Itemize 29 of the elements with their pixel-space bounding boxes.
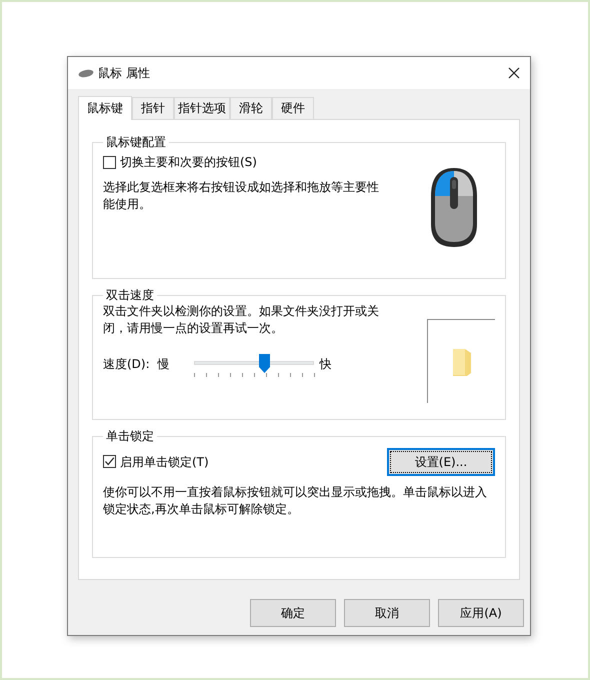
speed-label: 速度(D):	[103, 356, 150, 373]
dialog-button[interactable]: 应用(A)	[438, 599, 524, 627]
window-title: 鼠标 属性	[98, 64, 150, 82]
folder-test-area[interactable]	[427, 319, 495, 403]
checkbox-label: 切换主要和次要的按钮(S)	[120, 154, 257, 171]
tab[interactable]: 硬件	[272, 97, 314, 119]
dialog-button[interactable]: 确定	[250, 599, 336, 627]
description-text: 选择此复选框来将右按钮设成如选择和拖放等主要性能使用。	[103, 178, 380, 212]
checkbox-label: 启用单击锁定(T)	[120, 454, 209, 470]
tab[interactable]: 指针	[132, 97, 174, 119]
folder-icon	[450, 346, 472, 376]
group-title: 双击速度	[105, 289, 155, 301]
dialog-button[interactable]: 取消	[344, 599, 430, 627]
fast-label: 快	[320, 356, 332, 373]
checkbox[interactable]	[103, 156, 116, 169]
mouse-icon	[78, 68, 94, 78]
settings-button[interactable]: 设置(E)...	[387, 448, 495, 476]
mouse-icon	[429, 166, 479, 249]
slow-label: 慢	[158, 356, 170, 373]
tab[interactable]: 滑轮	[230, 97, 272, 119]
description-text: 使你可以不用一直按着鼠标按钮就可以突出显示或拖拽。单击鼠标以进入锁定状态,再次单击鼠标可解除锁定。	[103, 484, 488, 518]
group-title: 单击锁定	[105, 430, 155, 442]
slider-thumb[interactable]	[259, 354, 270, 373]
checkbox[interactable]	[103, 455, 116, 468]
group-title: 鼠标键配置	[105, 136, 167, 148]
close-icon[interactable]	[508, 67, 520, 79]
tab[interactable]: 鼠标键	[78, 96, 132, 120]
tab[interactable]: 指针选项	[174, 97, 230, 119]
description-text: 双击文件夹以检测你的设置。如果文件夹没打开或关闭，请用慢一点的设置再试一次。	[103, 303, 380, 337]
